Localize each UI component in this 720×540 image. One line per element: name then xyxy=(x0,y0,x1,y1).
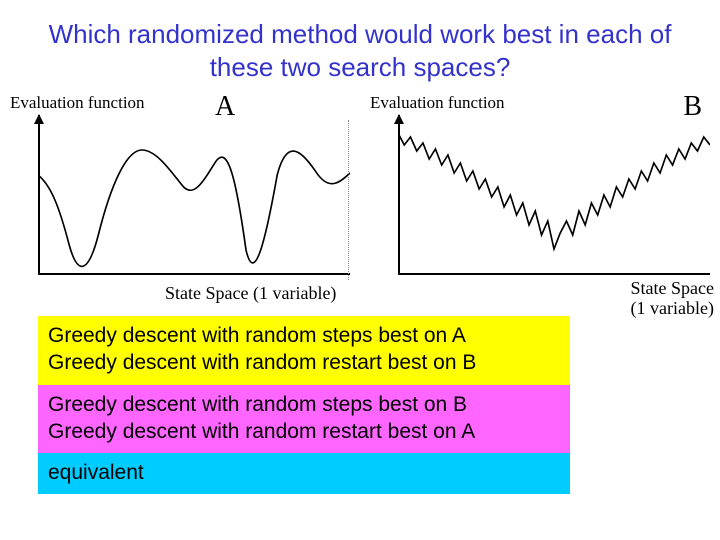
chart-b-curve xyxy=(398,115,710,275)
chart-divider xyxy=(348,120,349,280)
answer-option-2[interactable]: Greedy descent with random steps best on… xyxy=(38,385,570,454)
slide-title: Which randomized method would work best … xyxy=(0,0,720,93)
answer-option-3[interactable]: equivalent xyxy=(38,453,570,494)
chart-b: Evaluation function B xyxy=(360,93,720,283)
answer-3-line-1: equivalent xyxy=(48,459,560,486)
chart-a-ylabel: Evaluation function xyxy=(10,93,145,113)
charts-row: Evaluation function A Evaluation functio… xyxy=(0,93,720,283)
answer-option-1[interactable]: Greedy descent with random steps best on… xyxy=(38,316,570,385)
chart-b-xlabel-line1: State Space xyxy=(631,278,714,298)
xlabel-row: State Space (1 variable) State Space (1 … xyxy=(0,283,720,309)
answer-1-line-2: Greedy descent with random restart best … xyxy=(48,349,560,376)
chart-a: Evaluation function A xyxy=(0,93,360,283)
chart-b-xlabel: State Space (1 variable) xyxy=(631,279,714,319)
chart-a-curve xyxy=(38,115,350,275)
chart-a-xlabel: State Space (1 variable) xyxy=(165,283,336,304)
chart-b-ylabel: Evaluation function xyxy=(370,93,505,113)
answer-2-line-1: Greedy descent with random steps best on… xyxy=(48,391,560,418)
chart-b-xlabel-line2: (1 variable) xyxy=(631,298,714,318)
answer-options: Greedy descent with random steps best on… xyxy=(38,316,570,494)
answer-2-line-2: Greedy descent with random restart best … xyxy=(48,418,560,445)
answer-1-line-1: Greedy descent with random steps best on… xyxy=(48,322,560,349)
